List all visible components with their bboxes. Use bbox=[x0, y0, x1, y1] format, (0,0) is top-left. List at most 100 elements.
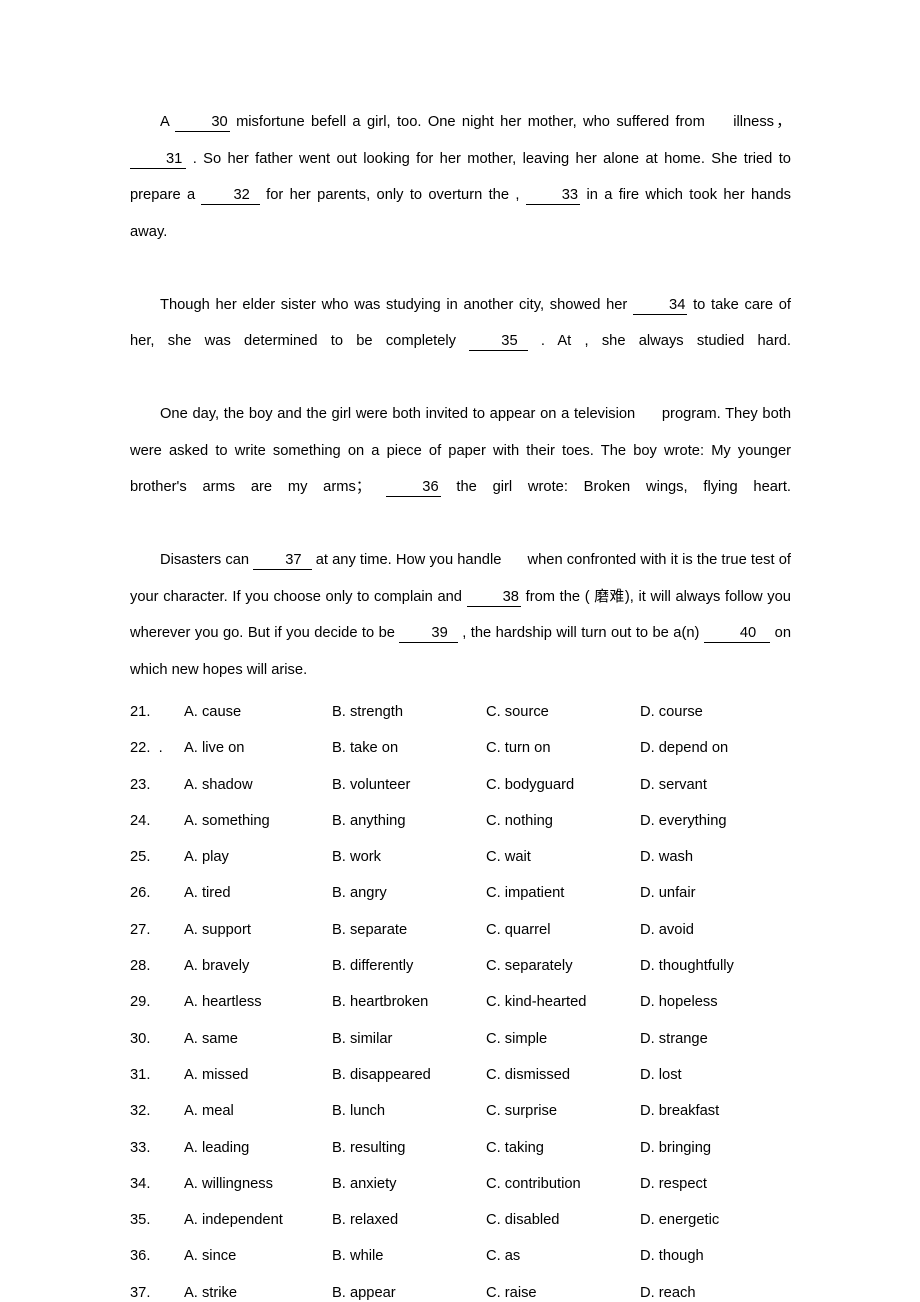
option-choice-d[interactable]: D. avoid bbox=[640, 922, 800, 938]
option-choice-a[interactable]: A. independent bbox=[184, 1212, 332, 1228]
option-choice-b[interactable]: B. anxiety bbox=[332, 1176, 486, 1192]
option-choice-d[interactable]: D. though bbox=[640, 1248, 800, 1264]
option-choice-c[interactable]: C. as bbox=[486, 1248, 640, 1264]
option-choice-a[interactable]: A. support bbox=[184, 922, 332, 938]
cloze-blank-30[interactable]: 30 bbox=[175, 114, 230, 132]
page-content: A 30 misfortune befell a girl, too. One … bbox=[130, 104, 791, 1302]
question-number: 22. . bbox=[130, 740, 163, 757]
option-choice-b[interactable]: B. separate bbox=[332, 922, 486, 938]
question-number: 30. bbox=[130, 1030, 151, 1047]
option-choice-d[interactable]: D. respect bbox=[640, 1176, 800, 1192]
cloze-blank-38[interactable]: 38 bbox=[466, 589, 521, 607]
option-choice-c[interactable]: C. bodyguard bbox=[486, 777, 640, 793]
cloze-blank-34[interactable]: 34 bbox=[633, 297, 688, 315]
option-choice-b[interactable]: B. strength bbox=[332, 704, 486, 720]
option-choice-b[interactable]: B. relaxed bbox=[332, 1212, 486, 1228]
option-choice-c[interactable]: C. turn on bbox=[486, 740, 640, 756]
option-choice-a[interactable]: A. since bbox=[184, 1248, 332, 1264]
option-choice-d[interactable]: D. strange bbox=[640, 1031, 800, 1047]
option-choice-b[interactable]: B. lunch bbox=[332, 1103, 486, 1119]
question-number: 23. bbox=[130, 776, 151, 793]
option-choice-d[interactable]: D. reach bbox=[640, 1285, 800, 1301]
option-choice-b[interactable]: B. anything bbox=[332, 813, 486, 829]
option-choice-a[interactable]: A. meal bbox=[184, 1103, 332, 1119]
question-number: 34. bbox=[130, 1175, 151, 1192]
question-row: 33. A. leading B. resulting C. taking D. bri… bbox=[130, 1140, 791, 1176]
answer-options-list: 21. A. cause B. strength C. source D. course… bbox=[130, 704, 791, 1302]
option-choice-d[interactable]: D. servant bbox=[640, 777, 800, 793]
option-choice-d[interactable]: D. energetic bbox=[640, 1212, 800, 1228]
option-choice-a[interactable]: A. shadow bbox=[184, 777, 332, 793]
option-choice-c[interactable]: C. raise bbox=[486, 1285, 640, 1301]
option-choice-d[interactable]: D. hopeless bbox=[640, 994, 800, 1010]
option-choice-b[interactable]: B. differently bbox=[332, 958, 486, 974]
option-choice-b[interactable]: B. heartbroken bbox=[332, 994, 486, 1010]
cloze-blank-33[interactable]: 33 bbox=[525, 187, 581, 205]
question-number: 24. bbox=[130, 812, 151, 829]
option-choice-b[interactable]: B. angry bbox=[332, 885, 486, 901]
option-choice-a[interactable]: A. something bbox=[184, 813, 332, 829]
question-row: 30. A. same B. similar C. simple D. strange bbox=[130, 1031, 791, 1067]
option-choice-b[interactable]: B. while bbox=[332, 1248, 486, 1264]
passage-text: One day, the boy and the girl were both … bbox=[160, 406, 636, 422]
cloze-blank-31[interactable]: 31 bbox=[130, 151, 187, 169]
option-choice-c[interactable]: C. contribution bbox=[486, 1176, 640, 1192]
option-choice-c[interactable]: C. quarrel bbox=[486, 922, 640, 938]
question-row: 27. A. support B. separate C. quarrel D. avo… bbox=[130, 922, 791, 958]
option-choice-d[interactable]: D. everything bbox=[640, 813, 800, 829]
option-choice-a[interactable]: A. tired bbox=[184, 885, 332, 901]
option-choice-a[interactable]: A. missed bbox=[184, 1067, 332, 1083]
option-choice-c[interactable]: C. simple bbox=[486, 1031, 640, 1047]
passage-paragraph: Disasters can 37 at any time. How you ha… bbox=[130, 542, 791, 688]
cloze-blank-39[interactable]: 39 bbox=[399, 625, 458, 643]
option-choice-b[interactable]: B. similar bbox=[332, 1031, 486, 1047]
option-choice-c[interactable]: C. nothing bbox=[486, 813, 640, 829]
option-choice-d[interactable]: D. course bbox=[640, 704, 800, 720]
option-choice-b[interactable]: B. work bbox=[332, 849, 486, 865]
cloze-blank-36[interactable]: 36 bbox=[386, 479, 441, 497]
option-choice-c[interactable]: C. source bbox=[486, 704, 640, 720]
cloze-blank-35[interactable]: 35 bbox=[469, 333, 528, 351]
question-number: 36. bbox=[130, 1248, 151, 1265]
option-choice-d[interactable]: D. depend on bbox=[640, 740, 800, 756]
option-choice-c[interactable]: C. impatient bbox=[486, 885, 640, 901]
option-choice-b[interactable]: B. take on bbox=[332, 740, 486, 756]
option-choice-d[interactable]: D. wash bbox=[640, 849, 800, 865]
passage-text: , the hardship will turn out to be a(n) bbox=[462, 625, 700, 641]
option-choice-c[interactable]: C. taking bbox=[486, 1140, 640, 1156]
option-choice-c[interactable]: C. wait bbox=[486, 849, 640, 865]
option-choice-d[interactable]: D. thoughtfully bbox=[640, 958, 800, 974]
passage-text: Though her elder sister who was studying… bbox=[160, 296, 628, 313]
option-choice-b[interactable]: B. disappeared bbox=[332, 1067, 486, 1083]
option-choice-a[interactable]: A. willingness bbox=[184, 1176, 332, 1192]
option-choice-c[interactable]: C. separately bbox=[486, 958, 640, 974]
question-row: 31. A. missed B. disappeared C. dismissed D.… bbox=[130, 1067, 791, 1103]
cloze-blank-37[interactable]: 37 bbox=[253, 552, 312, 570]
option-choice-a[interactable]: A. cause bbox=[184, 704, 332, 720]
option-choice-a[interactable]: A. bravely bbox=[184, 958, 332, 974]
option-choice-c[interactable]: C. surprise bbox=[486, 1103, 640, 1119]
option-choice-c[interactable]: C. dismissed bbox=[486, 1067, 640, 1083]
option-choice-c[interactable]: C. kind-hearted bbox=[486, 994, 640, 1010]
option-choice-a[interactable]: A. strike bbox=[184, 1285, 332, 1301]
option-choice-d[interactable]: D. breakfast bbox=[640, 1103, 800, 1119]
cloze-passage: A 30 misfortune befell a girl, too. One … bbox=[130, 104, 791, 688]
option-choice-a[interactable]: A. same bbox=[184, 1031, 332, 1047]
option-choice-b[interactable]: B. appear bbox=[332, 1285, 486, 1301]
cloze-blank-40[interactable]: 40 bbox=[703, 625, 771, 643]
chinese-gloss: 磨难 bbox=[594, 587, 625, 605]
option-choice-a[interactable]: A. play bbox=[184, 849, 332, 865]
option-choice-a[interactable]: A. leading bbox=[184, 1140, 332, 1156]
option-choice-c[interactable]: C. disabled bbox=[486, 1212, 640, 1228]
option-choice-a[interactable]: A. live on bbox=[184, 740, 332, 756]
option-choice-d[interactable]: D. lost bbox=[640, 1067, 800, 1083]
option-choice-d[interactable]: D. unfair bbox=[640, 885, 800, 901]
option-choice-d[interactable]: D. bringing bbox=[640, 1140, 800, 1156]
option-choice-b[interactable]: B. resulting bbox=[332, 1140, 486, 1156]
option-choice-b[interactable]: B. volunteer bbox=[332, 777, 486, 793]
option-choice-a[interactable]: A. heartless bbox=[184, 994, 332, 1010]
cloze-blank-32[interactable]: 32 bbox=[201, 187, 260, 205]
question-number: 25. bbox=[130, 849, 151, 866]
passage-text: illness， bbox=[733, 114, 791, 130]
question-row: 36. A. since B. while C. as D. though bbox=[130, 1248, 791, 1284]
